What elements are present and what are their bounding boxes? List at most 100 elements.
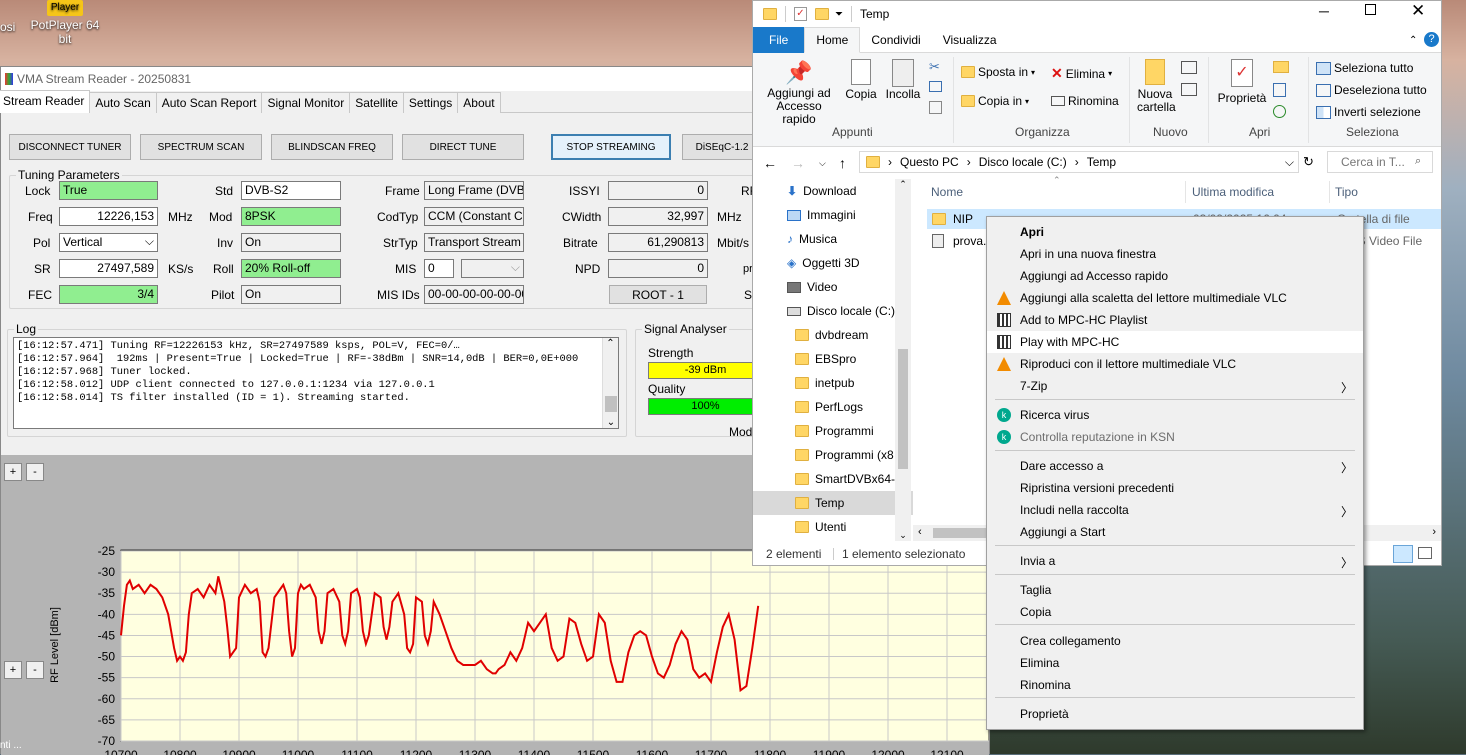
history-icon[interactable] (1273, 105, 1286, 118)
context-menu-item[interactable]: Apri (987, 221, 1363, 243)
details-view-icon[interactable] (1393, 545, 1413, 563)
context-menu-item[interactable]: Dare accesso a 〉 (987, 455, 1363, 477)
mis-field[interactable]: 0 (424, 259, 454, 278)
refresh-icon[interactable]: ↻ (1303, 154, 1314, 170)
copy-button[interactable]: Copia (845, 59, 877, 101)
root-button[interactable]: ROOT - 1 (609, 285, 707, 304)
mis-dropdown[interactable]: ⌵ (461, 259, 524, 278)
address-bar[interactable]: › Questo PC › Disco locale (C:) › Temp ⌵ (859, 151, 1299, 173)
properties-check-icon[interactable]: ✓ (794, 7, 807, 21)
edit-icon[interactable] (1273, 83, 1286, 97)
nav-item-3d-objects[interactable]: ◈ Oggetti 3D (753, 251, 913, 275)
context-menu-item[interactable]: Play with MPC-HC (987, 331, 1363, 353)
new-item-icon[interactable] (1181, 61, 1197, 74)
nav-item-folder[interactable]: inetpub (753, 371, 913, 395)
nav-item-music[interactable]: ♪ Musica (753, 227, 913, 251)
scroll-thumb[interactable] (605, 396, 617, 412)
tab-satellite[interactable]: Satellite (349, 92, 404, 113)
help-icon[interactable]: ? (1424, 32, 1439, 47)
log-textbox[interactable]: [16:12:57.471] Tuning RF=12226153 kHz, S… (13, 337, 619, 429)
context-menu-item[interactable]: Taglia (987, 579, 1363, 601)
qat-dropdown-icon[interactable]: ⏷ (835, 9, 843, 20)
sr-field[interactable]: 27497,589 (59, 259, 158, 278)
tiles-view-icon[interactable] (1418, 547, 1432, 559)
disconnect-tuner-button[interactable]: DISCONNECT TUNER (9, 134, 131, 160)
context-menu-item[interactable]: Ripristina versioni precedenti (987, 477, 1363, 499)
log-scrollbar[interactable]: ⌃ ⌄ (602, 338, 618, 428)
context-menu-item[interactable]: k Controlla reputazione in KSN (987, 426, 1363, 448)
maximize-button[interactable] (1365, 4, 1376, 15)
context-menu-item[interactable]: Aggiungi a Start (987, 521, 1363, 543)
forward-arrow-icon[interactable]: → (791, 155, 805, 171)
context-menu-item[interactable]: k Ricerca virus (987, 404, 1363, 426)
new-folder-qat-icon[interactable] (815, 8, 829, 20)
recent-chevron-icon[interactable]: ⌵ (819, 158, 826, 169)
context-menu-item[interactable]: Includi nella raccolta 〉 (987, 499, 1363, 521)
easy-access-icon[interactable] (1181, 83, 1197, 96)
back-arrow-icon[interactable]: ← (763, 155, 777, 171)
freq-field[interactable]: 12226,153 (59, 207, 158, 226)
nav-scrollbar[interactable]: ⌃ ⌄ (895, 179, 911, 541)
address-dropdown-icon[interactable]: ⌵ (1285, 155, 1294, 170)
nav-item-download[interactable]: ⬇ Download (753, 179, 913, 203)
scroll-thumb[interactable] (898, 349, 908, 469)
copy-path-icon[interactable] (929, 81, 942, 92)
nav-item-folder[interactable]: PerfLogs (753, 395, 913, 419)
context-menu-item[interactable]: 7-Zip 〉 (987, 375, 1363, 397)
scroll-right-icon[interactable]: › (1432, 526, 1436, 538)
tab-home[interactable]: Home (804, 27, 861, 53)
context-menu-item[interactable]: Rinomina (987, 674, 1363, 696)
column-name[interactable]: Nome (931, 185, 963, 199)
stop-streaming-button[interactable]: STOP STREAMING (551, 134, 671, 160)
rename-button[interactable]: Rinomina (1051, 94, 1119, 108)
select-all-button[interactable]: Seleziona tutto (1316, 61, 1413, 75)
tab-auto-scan[interactable]: Auto Scan (89, 92, 157, 113)
context-menu-item[interactable]: Crea collegamento (987, 630, 1363, 652)
scroll-up-icon[interactable]: ⌃ (895, 179, 911, 190)
context-menu-item[interactable]: Aggiungi ad Accesso rapido (987, 265, 1363, 287)
column-type[interactable]: Tipo (1335, 185, 1358, 199)
nav-item-folder[interactable]: Utenti (753, 515, 913, 539)
context-menu-item[interactable]: Proprietà (987, 703, 1363, 725)
minimize-button[interactable]: ─ (1319, 3, 1329, 19)
properties-button[interactable]: ✓ Proprietà (1217, 59, 1267, 105)
context-menu-item[interactable]: Add to MPC-HC Playlist (987, 309, 1363, 331)
scroll-down-icon[interactable]: ⌄ (895, 530, 911, 541)
pin-quick-access-button[interactable]: 📌 Aggiungi ad Accesso rapido (761, 59, 837, 126)
scroll-left-icon[interactable]: ‹ (918, 526, 922, 538)
nav-item-folder[interactable]: Programmi (753, 419, 913, 443)
new-folder-button[interactable]: Nuova cartella (1137, 59, 1176, 114)
nav-item-folder[interactable]: SmartDVBx64-0 (753, 467, 913, 491)
direct-tune-button[interactable]: DIRECT TUNE (402, 134, 524, 160)
move-to-button[interactable]: Sposta in ▾ (961, 65, 1035, 79)
context-menu-item[interactable]: Riproduci con il lettore multimediale VL… (987, 353, 1363, 375)
blindscan-freq-button[interactable]: BLINDSCAN FREQ (271, 134, 393, 160)
tab-signal-monitor[interactable]: Signal Monitor (261, 92, 351, 113)
tab-settings[interactable]: Settings (402, 92, 459, 113)
nav-item-drive-c[interactable]: Disco locale (C:) (753, 299, 913, 323)
tab-view[interactable]: Visualizza (932, 28, 1008, 52)
delete-button[interactable]: ✕ Elimina ▾ (1051, 65, 1112, 82)
nav-item-video[interactable]: Video (753, 275, 913, 299)
scroll-up-icon[interactable]: ⌃ (603, 338, 618, 349)
breadcrumb-temp[interactable]: Temp (1087, 155, 1116, 169)
context-menu-item[interactable]: Apri in una nuova finestra (987, 243, 1363, 265)
breadcrumb-drive[interactable]: Disco locale (C:) (979, 155, 1067, 169)
close-button[interactable]: ✕ (1411, 1, 1425, 21)
nav-item-images[interactable]: Immagini (753, 203, 913, 227)
tab-about[interactable]: About (457, 92, 501, 113)
tab-stream-reader[interactable]: Stream Reader (0, 90, 91, 113)
desktop-icon-potplayer[interactable]: Player PotPlayer 64 bit (30, 0, 100, 46)
breadcrumb-this-pc[interactable]: Questo PC (900, 155, 959, 169)
up-arrow-icon[interactable]: ↑ (839, 155, 846, 171)
pol-select[interactable]: Vertical ⌵ (59, 233, 158, 252)
invert-selection-button[interactable]: Inverti selezione (1316, 105, 1421, 119)
context-menu-item[interactable]: Invia a 〉 (987, 550, 1363, 572)
ribbon-collapse-icon[interactable]: ⌃ (1409, 35, 1417, 46)
nav-item-folder[interactable]: EBSpro (753, 347, 913, 371)
context-menu-item[interactable]: Copia (987, 601, 1363, 623)
nav-item-temp[interactable]: Temp (753, 491, 913, 515)
spectrum-scan-button[interactable]: SPECTRUM SCAN (140, 134, 262, 160)
diseqc-button[interactable]: DiSEqC-1.2 (682, 134, 762, 160)
paste-button[interactable]: Incolla (885, 59, 921, 101)
